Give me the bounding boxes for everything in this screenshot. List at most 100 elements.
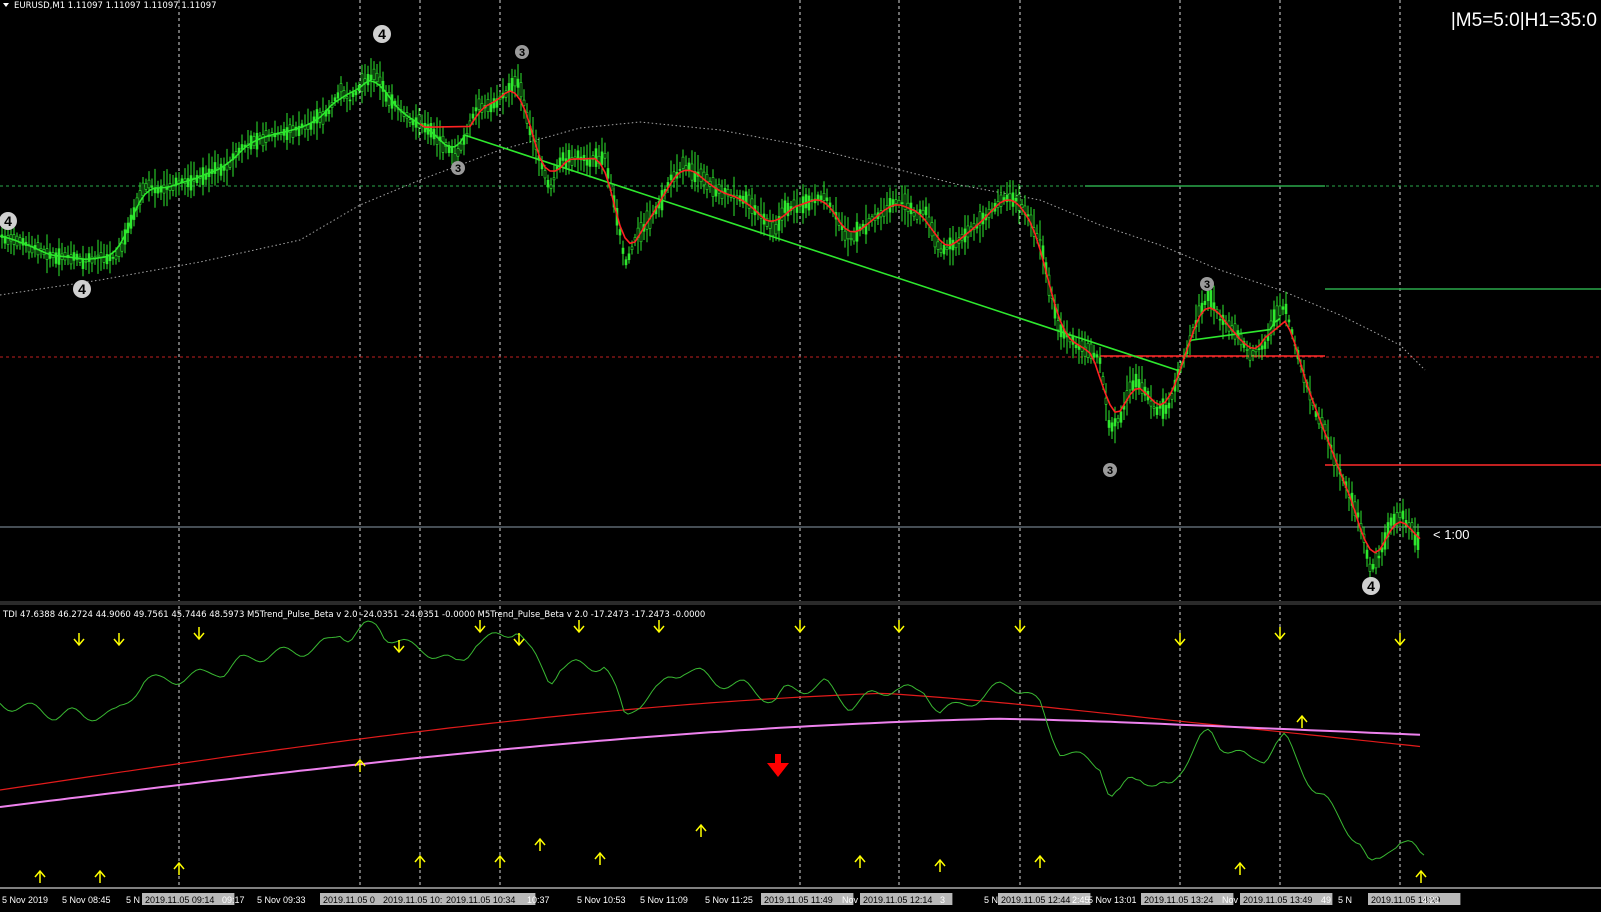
- chart-canvas[interactable]: 4 4 4 3 3 3 3 4 EURUSD,M1 1.11097 1.11097 1.110…: [0, 0, 1601, 907]
- candle-body: [681, 156, 685, 169]
- candle-body: [111, 257, 115, 259]
- candle-body: [786, 202, 790, 217]
- candle-body: [1149, 400, 1153, 407]
- candle-body: [1137, 379, 1141, 389]
- candle-body: [339, 83, 343, 93]
- timeframe-status: |M5=5:0|H1=35:0: [1451, 10, 1597, 31]
- candle-body: [1218, 318, 1222, 321]
- time-label: 5 Nov 2019: [2, 895, 48, 905]
- candle-body: [120, 242, 124, 252]
- time-label: 5 Nov 09:33: [257, 895, 306, 905]
- candle-body: [513, 76, 517, 87]
- time-label: 2019.11.05 13:24: [1144, 895, 1213, 905]
- time-label: Nov: [1222, 895, 1239, 905]
- candle-body: [606, 168, 610, 179]
- wave-marker-label: 4: [378, 26, 386, 42]
- candle-body: [852, 230, 856, 242]
- candle-body: [162, 184, 166, 194]
- candle-body: [948, 237, 952, 250]
- candle-body: [912, 212, 916, 217]
- candle-body: [261, 134, 265, 147]
- candle-body: [1377, 555, 1381, 559]
- candle-body: [945, 246, 949, 250]
- trading-chart[interactable]: 4 4 4 3 3 3 3 4 EURUSD,M1 1.11097 1.11097 1.110…: [0, 0, 1601, 907]
- candle-body: [1131, 380, 1135, 391]
- candle-body: [351, 92, 355, 97]
- candle-body: [921, 209, 925, 215]
- candle-body: [621, 247, 625, 254]
- candle-body: [477, 98, 481, 110]
- candle-body: [522, 99, 526, 106]
- candle-body: [807, 195, 811, 211]
- candle-body: [849, 238, 853, 241]
- candle-body: [819, 195, 823, 201]
- candle-body: [348, 99, 352, 102]
- candle-body: [804, 194, 808, 209]
- candle-body: [1017, 194, 1021, 211]
- candle-body: [411, 120, 415, 126]
- candle-body: [225, 164, 229, 171]
- time-label: 2019.11.05 09:14: [145, 895, 214, 905]
- candle-body: [678, 169, 682, 171]
- candle-body: [1281, 306, 1285, 310]
- candle-body: [336, 92, 340, 99]
- candle-body: [369, 74, 373, 81]
- candle-body: [1260, 345, 1264, 350]
- candle-body: [924, 206, 928, 216]
- candle-body: [1011, 192, 1015, 207]
- candle-body: [594, 148, 598, 167]
- candle-body: [1155, 406, 1159, 415]
- candle-body: [888, 198, 892, 213]
- candle-body: [96, 254, 100, 258]
- candle-body: [408, 119, 412, 123]
- candle-body: [114, 255, 118, 260]
- time-label: 09:17: [222, 895, 245, 905]
- time-label: 49: [1321, 895, 1331, 905]
- candle-body: [159, 185, 163, 193]
- candle-body: [1074, 344, 1078, 349]
- candle-countdown: < 1:00: [1433, 527, 1470, 542]
- candle-body: [843, 230, 847, 241]
- wave-marker-label: 4: [1367, 578, 1375, 594]
- candle-body: [999, 194, 1003, 207]
- candle-body: [519, 82, 523, 98]
- candle-body: [825, 197, 829, 202]
- candle-body: [900, 202, 904, 205]
- candle-body: [684, 165, 688, 171]
- time-label: 3: [940, 895, 945, 905]
- candle-body: [459, 143, 463, 151]
- candle-body: [939, 248, 943, 253]
- candle-body: [582, 154, 586, 161]
- symbol-header: EURUSD,M1 1.11097 1.11097 1.11097 1.1109…: [14, 1, 217, 11]
- candle-body: [1134, 373, 1138, 388]
- pane-separator[interactable]: [0, 601, 1601, 605]
- candle-body: [345, 96, 349, 99]
- candle-body: [1284, 303, 1288, 315]
- candle-body: [1095, 354, 1099, 358]
- candle-body: [624, 259, 628, 266]
- candle-body: [1092, 352, 1096, 358]
- candle-body: [1365, 549, 1369, 559]
- candle-body: [1161, 398, 1165, 419]
- candle-body: [1389, 517, 1393, 526]
- candle-body: [771, 221, 775, 237]
- candle-body: [84, 260, 88, 263]
- wave-marker-label: 3: [1107, 465, 1113, 477]
- candle-body: [1119, 411, 1123, 423]
- tdi-header: TDI 47.6388 46.2724 44.9060 49.7561 45.7…: [2, 610, 705, 620]
- candle-body: [669, 174, 673, 181]
- candle-body: [1167, 402, 1171, 409]
- wave-marker-label: 3: [1204, 279, 1210, 291]
- candle-body: [822, 192, 826, 201]
- candle-body: [327, 109, 331, 115]
- time-axis-labels: 5 Nov 2019 5 Nov 08:45 5 N 2019.11.05 09:14…: [2, 893, 1461, 905]
- candle-body: [360, 73, 364, 93]
- candle-body: [1368, 563, 1372, 572]
- candle-body: [588, 159, 592, 167]
- candle-body: [717, 184, 721, 194]
- candle-body: [1398, 511, 1402, 518]
- candle-body: [561, 152, 565, 161]
- candle-body: [333, 97, 337, 102]
- time-label: 5 N: [1338, 895, 1352, 905]
- candle-body: [549, 184, 553, 189]
